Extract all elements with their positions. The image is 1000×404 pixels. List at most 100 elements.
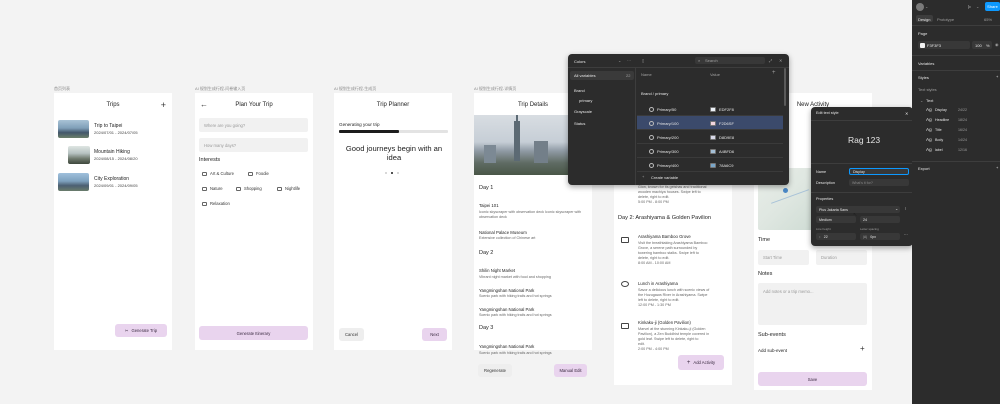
day2-heading: Day 2: Arashiyama & Golden Pavilion	[618, 215, 711, 221]
regenerate-button[interactable]: Regenerate	[478, 364, 512, 377]
group-primary[interactable]: primary	[579, 98, 592, 103]
more-icon[interactable]: ···	[904, 233, 908, 237]
export-heading[interactable]: Export	[918, 166, 930, 171]
manual-edit-button[interactable]: Manual Edit	[554, 364, 587, 377]
trip-item[interactable]: Trip to Taipei 2024/07/01 - 2024/07/05	[58, 120, 168, 140]
activity-title[interactable]: Kinkaku-ji (Golden Pavilion)	[638, 320, 691, 325]
day-heading: Day 2	[479, 250, 494, 256]
generate-trip-button[interactable]: ✂ Generate Trip	[115, 324, 167, 337]
variable-row[interactable]: Primary/400 78A6C9	[637, 158, 783, 172]
plus-icon[interactable]: +	[996, 165, 998, 170]
interest-chip[interactable]: Nature	[202, 186, 223, 191]
variable-row[interactable]: Primary/300 A4BFD6	[637, 144, 783, 158]
activity-title[interactable]: Arashiyama Bamboo Grove	[638, 234, 691, 239]
text-style-item[interactable]: Ag Display 24/22	[926, 107, 996, 115]
interest-chip[interactable]: Art & Culture	[202, 171, 234, 176]
page-color-field[interactable]: F3F3F3	[918, 41, 970, 49]
create-variable-button[interactable]: Create variable	[651, 175, 678, 180]
group-status[interactable]: Status	[574, 121, 585, 126]
interest-chip[interactable]: Relaxation	[202, 201, 230, 206]
text-style-item[interactable]: Ag label 12/16	[926, 147, 996, 155]
style-preview: Rag 123	[848, 135, 881, 145]
description-input[interactable]: What's it for?	[849, 179, 909, 186]
font-weight-select[interactable]: Medium	[816, 216, 856, 223]
destination-input[interactable]: Where are you going?	[199, 118, 308, 132]
tab-design[interactable]: Design	[918, 17, 930, 22]
search-field[interactable]: ⌕ Search	[695, 57, 765, 64]
trip-thumbnail	[58, 173, 89, 191]
letter-spacing-input[interactable]: |A| 0px	[860, 233, 900, 240]
zoom-level[interactable]: 65%	[984, 17, 992, 22]
avatar[interactable]	[916, 3, 924, 11]
plus-icon[interactable]: +	[860, 344, 865, 353]
plus-icon[interactable]: +	[996, 74, 998, 79]
chevron-down-icon[interactable]: ⌄	[920, 98, 923, 103]
eye-icon[interactable]: ◉	[995, 42, 999, 47]
plus-icon[interactable]: +	[161, 100, 166, 110]
close-icon[interactable]: ✕	[779, 58, 782, 63]
sidebar-toggle-icon[interactable]: ▯	[642, 58, 644, 63]
collection-select[interactable]: Colors	[574, 59, 586, 64]
notes-textarea[interactable]: Add notes or a trip memo...	[758, 283, 867, 325]
page-opacity-field[interactable]: 100 %	[972, 41, 992, 49]
map-pin-icon	[783, 188, 788, 193]
popup-title: Edit text style	[816, 111, 839, 115]
chevron-down-icon[interactable]: ⌄	[976, 4, 979, 9]
variable-row[interactable]: Primary/200 D8D9E8	[637, 130, 783, 144]
text-style-item[interactable]: Ag Headline 18/24	[926, 117, 996, 125]
expand-icon[interactable]: ⤢	[769, 58, 772, 63]
text-style-popup: Edit text style ✕ Rag 123 Name Display D…	[811, 107, 913, 246]
font-family-select[interactable]: Plus Jakarta Sans	[816, 206, 900, 213]
variables-panel: Colors ⌄ ··· ▯ ⌕ Search ⤢ ✕ All variable…	[568, 54, 789, 185]
tab-prototype[interactable]: Prototype	[937, 17, 954, 22]
variables-heading[interactable]: Variables	[918, 61, 934, 66]
properties-heading: Properties	[816, 197, 834, 201]
save-button[interactable]: Save	[758, 372, 867, 386]
text-style-item[interactable]: Ag Body 14/24	[926, 137, 996, 145]
scrollbar[interactable]	[784, 68, 786, 106]
tower-spire	[516, 115, 518, 123]
interest-label: Shopping	[244, 186, 262, 191]
add-activity-button[interactable]: + Add Activity	[678, 355, 724, 370]
close-icon[interactable]: ✕	[905, 111, 908, 116]
font-size-input[interactable]: 24	[860, 216, 900, 223]
activity-title[interactable]: Lunch in Arashiyama	[638, 281, 678, 286]
more-icon[interactable]: ···	[627, 58, 631, 63]
variable-row[interactable]: Primary/100 F2D6SF	[637, 116, 783, 130]
frame-label-list: 首页列表	[54, 86, 70, 91]
generate-itinerary-button[interactable]: Generate Itinerary	[199, 326, 308, 340]
interest-label: Nature	[210, 186, 223, 191]
plus-icon[interactable]: +	[642, 174, 644, 179]
chevron-down-icon[interactable]: ⌄	[618, 58, 621, 63]
add-column-icon[interactable]: +	[772, 70, 776, 76]
days-input[interactable]: How many days?	[199, 138, 308, 152]
description-label: Description	[816, 181, 835, 185]
trip-item[interactable]: Mountain Hiking 2024/08/15 - 2024/08/20	[58, 146, 168, 166]
text-style-item[interactable]: Ag Title 16/24	[926, 127, 996, 135]
next-button[interactable]: Next	[422, 328, 447, 341]
add-subevent-link[interactable]: Add sub-event	[758, 348, 787, 353]
interest-chip[interactable]: Foodie	[248, 171, 269, 176]
all-variables-item[interactable]: All variables 22	[570, 71, 634, 80]
text-styles-heading: Text styles	[918, 87, 937, 92]
variable-name: Primary/50	[657, 107, 677, 112]
trip-name: Trip to Taipei	[94, 123, 123, 129]
interest-chip[interactable]: Shopping	[236, 186, 262, 191]
play-icon[interactable]: ▷	[968, 4, 971, 9]
duration-input[interactable]: Duration	[816, 250, 867, 265]
group-brand[interactable]: Brand	[574, 88, 585, 93]
line-height-label: Line height	[816, 227, 831, 231]
interest-chip[interactable]: Nightlife	[277, 186, 300, 191]
variable-row[interactable]: Primary/50 EDF2F8	[637, 102, 783, 116]
name-input[interactable]: Display	[849, 168, 909, 175]
cancel-button[interactable]: Cancel	[339, 328, 364, 341]
chevron-down-icon[interactable]: ⌄	[925, 4, 928, 9]
text-group-label[interactable]: Text	[926, 98, 933, 103]
share-button[interactable]: Share	[985, 2, 1000, 11]
forest-icon	[621, 237, 629, 243]
line-height-input[interactable]: ↕ 22	[816, 233, 856, 240]
type-settings-icon[interactable]: ⁝	[905, 206, 906, 211]
trip-item[interactable]: City Exploration 2024/09/01 - 2024/09/05	[58, 173, 168, 193]
group-grayscale[interactable]: Grayscale	[574, 109, 592, 114]
start-time-input[interactable]: Start Time	[758, 250, 809, 265]
